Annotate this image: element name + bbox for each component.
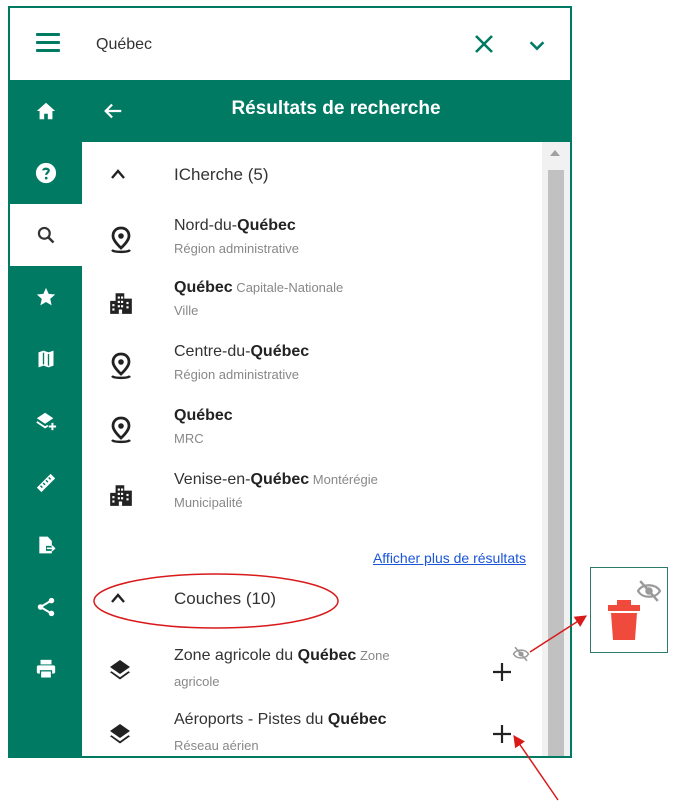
- map-icon: [38, 350, 54, 368]
- add-layer-plus-icon[interactable]: [492, 724, 512, 744]
- sidebar-item-favorites[interactable]: [10, 266, 82, 328]
- result-title: Québec: [174, 407, 233, 424]
- result-subtitle: Ville: [174, 303, 199, 318]
- result-subtitle: Région administrative: [174, 367, 300, 382]
- layer-item[interactable]: Aéroports - Pistes du Québec Réseau aéri…: [82, 704, 542, 756]
- result-item[interactable]: Québec Capitale-Nationale Ville: [82, 272, 542, 334]
- layer-title: Zone agricole du Québec Zone: [174, 647, 390, 664]
- result-title: Centre-du-Québec: [174, 343, 310, 360]
- section-header-icherche[interactable]: ICherche (5): [82, 152, 522, 198]
- result-item[interactable]: Centre-du-Québec Région administrative: [82, 336, 542, 398]
- eye-off-icon: [636, 580, 662, 602]
- back-arrow-icon[interactable]: [102, 100, 124, 122]
- city-icon: [110, 293, 132, 314]
- section-title: ICherche (5): [174, 165, 269, 184]
- results-list: ICherche (5) Nord-du-Québec Région admin…: [82, 142, 542, 756]
- print-icon: [36, 659, 56, 679]
- home-icon: [36, 102, 56, 120]
- scroll-up-arrow-icon[interactable]: [550, 150, 560, 156]
- sidebar-item-measure[interactable]: [10, 452, 82, 514]
- layers-icon: [110, 724, 130, 744]
- sidebar-item-print[interactable]: [10, 638, 82, 700]
- map-marker-icon: [111, 226, 131, 254]
- result-subtitle: Municipalité: [174, 495, 243, 510]
- help-icon: [35, 162, 57, 184]
- ruler-icon: [36, 473, 56, 493]
- sidebar-item-home[interactable]: [10, 80, 82, 142]
- sidebar-item-export[interactable]: [10, 514, 82, 576]
- result-item[interactable]: Québec MRC: [82, 400, 542, 462]
- map-marker-icon: [111, 352, 131, 380]
- result-subtitle: Région administrative: [174, 241, 300, 256]
- layer-add-icon: [36, 412, 57, 431]
- search-bar: [10, 8, 570, 81]
- scrollbar[interactable]: [542, 142, 570, 756]
- result-title: Venise-en-Québec Montérégie: [174, 471, 378, 488]
- city-icon: [110, 485, 132, 506]
- panel-header: Résultats de recherche: [82, 80, 570, 142]
- sidebar-item-map[interactable]: [10, 328, 82, 390]
- layer-subtitle: Réseau aérien: [174, 738, 259, 753]
- eye-off-icon[interactable]: [512, 646, 530, 662]
- result-item[interactable]: Nord-du-Québec Région administrative: [82, 210, 542, 272]
- layer-title: Aéroports - Pistes du Québec: [174, 711, 387, 728]
- sidebar-item-add-layer[interactable]: [10, 390, 82, 452]
- sidebar-item-share[interactable]: [10, 576, 82, 638]
- result-subtitle: MRC: [174, 431, 204, 446]
- result-title: Québec Capitale-Nationale: [174, 279, 344, 296]
- sidebar-item-help[interactable]: [10, 142, 82, 204]
- search-results-panel: Résultats de recherche ICherche (5) Nord…: [82, 80, 570, 756]
- layer-item[interactable]: Zone agricole du Québec Zone agricole: [82, 640, 542, 702]
- annotation-callout-box: [590, 567, 668, 653]
- share-icon: [37, 597, 55, 617]
- sidebar: [10, 80, 82, 756]
- layers-icon: [110, 660, 130, 680]
- search-input[interactable]: [96, 32, 436, 58]
- app-window: Résultats de recherche ICherche (5) Nord…: [8, 6, 572, 758]
- result-title: Nord-du-Québec: [174, 217, 296, 234]
- clear-search-icon[interactable]: [472, 32, 496, 56]
- layer-subtitle: agricole: [174, 674, 220, 689]
- sidebar-item-search[interactable]: [10, 204, 82, 266]
- more-results-link[interactable]: Afficher plus de résultats: [373, 550, 526, 566]
- search-icon: [37, 226, 55, 244]
- result-item[interactable]: Venise-en-Québec Montérégie Municipalité: [82, 464, 542, 526]
- annotation-ellipse: [93, 573, 339, 629]
- chevron-up-icon: [111, 169, 125, 179]
- hamburger-menu-icon[interactable]: [36, 32, 60, 54]
- map-marker-icon: [111, 416, 131, 444]
- file-export-icon: [39, 536, 56, 554]
- panel-title: Résultats de recherche: [231, 98, 441, 119]
- chevron-down-icon[interactable]: [526, 34, 548, 56]
- add-layer-plus-icon[interactable]: [492, 662, 512, 682]
- scrollbar-thumb[interactable]: [548, 170, 564, 756]
- trash-icon: [608, 600, 640, 640]
- star-icon: [36, 287, 56, 306]
